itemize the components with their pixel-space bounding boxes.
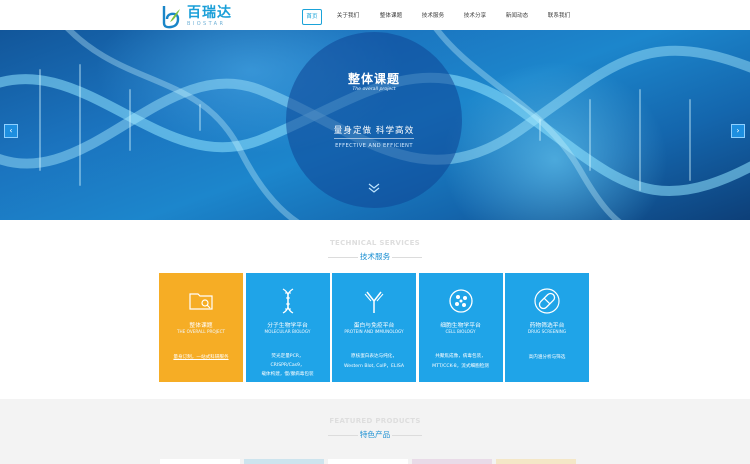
- product-thumbnail[interactable]: [160, 459, 240, 464]
- product-thumbnail[interactable]: [496, 459, 576, 464]
- nav-about[interactable]: 关于我们: [335, 9, 361, 25]
- service-card-drug[interactable]: 药物筛选平台 DRUG SCREENING 高内涵分析与筛选: [505, 273, 589, 382]
- folder-search-icon: [189, 293, 213, 310]
- card-text: 荧光定量PCR，: [271, 354, 304, 359]
- banner-slogan-en: EFFECTIVE AND EFFICIENT: [335, 143, 413, 149]
- card-text: MTT/CCK-8，流式细胞检测: [432, 364, 489, 369]
- card-subtitle: MOLECULAR BIOLOGY: [264, 329, 311, 334]
- capsule-icon: [534, 288, 560, 314]
- chevron-left-icon[interactable]: ‹: [4, 124, 18, 138]
- card-title: 药物筛选平台: [529, 323, 565, 329]
- dna-icon: [282, 288, 293, 314]
- card-title: 整体课题: [189, 323, 213, 329]
- logo-subtext: BIOSTAR: [187, 20, 226, 27]
- section-title-en: FEATURED PRODUCTS: [329, 417, 421, 425]
- service-card-overall[interactable]: 整体课题 THE OVERALL PROJECT 量身订制，一站式科研服务: [159, 273, 243, 382]
- nav-news[interactable]: 新闻动态: [504, 9, 530, 25]
- product-thumbnail[interactable]: [328, 459, 408, 464]
- logo[interactable]: 百瑞达 BIOSTAR: [158, 2, 232, 30]
- banner-subtitle: The overall project: [352, 87, 396, 92]
- service-card-protein[interactable]: 蛋白与免疫平台 PROTEIN AND IMMUNOLOGY 原核蛋白表达与纯化…: [332, 273, 416, 382]
- banner-slogan: 量身定做 科学高效: [333, 126, 415, 136]
- section-title-en: TECHNICAL SERVICES: [329, 239, 421, 247]
- nav-sharing[interactable]: 技术分享: [462, 9, 488, 25]
- product-thumbnail[interactable]: [412, 459, 492, 464]
- hero-banner: 整体课题 The overall project 量身定做 科学高效 EFFEC…: [0, 30, 750, 220]
- nav-contact[interactable]: 联系我们: [546, 9, 572, 25]
- card-subtitle: THE OVERALL PROJECT: [176, 329, 226, 334]
- card-subtitle: CELL BIOLOGY: [445, 329, 476, 334]
- card-text: Western Blot, CoIP，ELISA: [344, 364, 404, 369]
- section-title: 技术服务: [359, 252, 391, 261]
- card-title: 细胞生物学平台: [440, 323, 481, 329]
- card-text: 共聚焦成像，病毒包装，: [435, 354, 486, 359]
- featured-section: FEATURED PRODUCTS 特色产品: [0, 399, 750, 464]
- main-nav: 首页 关于我们 整体课题 技术服务 技术分享 新闻动态 联系我们: [302, 9, 572, 25]
- antibody-icon: [364, 291, 384, 313]
- service-cards: 整体课题 THE OVERALL PROJECT 量身订制，一站式科研服务 分子…: [159, 273, 589, 382]
- card-subtitle: DRUG SCREENING: [527, 329, 567, 334]
- card-text: 原核蛋白表达与纯化，: [351, 354, 397, 359]
- chevron-right-icon[interactable]: ›: [731, 124, 745, 138]
- nav-home[interactable]: 首页: [302, 9, 322, 25]
- card-title: 蛋白与免疫平台: [353, 323, 395, 329]
- nav-services[interactable]: 技术服务: [420, 9, 446, 25]
- card-text: 高内涵分析与筛选: [528, 355, 566, 360]
- banner-title: 整体课题: [347, 72, 400, 86]
- product-thumbnail[interactable]: [244, 459, 324, 464]
- divider: [392, 435, 422, 436]
- service-card-cell[interactable]: 细胞生物学平台 CELL BIOLOGY 共聚焦成像，病毒包装， MTT/CCK…: [418, 273, 503, 382]
- product-thumbnails: [160, 459, 580, 464]
- divider: [392, 257, 422, 258]
- logo-icon: [162, 6, 180, 29]
- section-title: 特色产品: [359, 430, 391, 439]
- logo-text: 百瑞达: [187, 4, 232, 21]
- cell-icon: [448, 289, 473, 313]
- site-header: 百瑞达 BIOSTAR 首页 关于我们 整体课题 技术服务 技术分享 新闻动态 …: [0, 0, 750, 32]
- chevron-down-icon[interactable]: [367, 181, 381, 195]
- card-text: 载体构建，慢/腺病毒包装: [261, 372, 314, 377]
- nav-projects[interactable]: 整体课题: [378, 9, 404, 25]
- card-title: 分子生物学平台: [267, 323, 308, 329]
- card-subtitle: PROTEIN AND IMMUNOLOGY: [344, 329, 404, 334]
- card-text: CRISPR/Cas9，: [270, 363, 305, 368]
- card-link[interactable]: 量身订制，一站式科研服务: [159, 354, 243, 360]
- service-card-molecular[interactable]: 分子生物学平台 MOLECULAR BIOLOGY 荧光定量PCR， CRISP…: [245, 273, 330, 382]
- divider: [334, 138, 414, 139]
